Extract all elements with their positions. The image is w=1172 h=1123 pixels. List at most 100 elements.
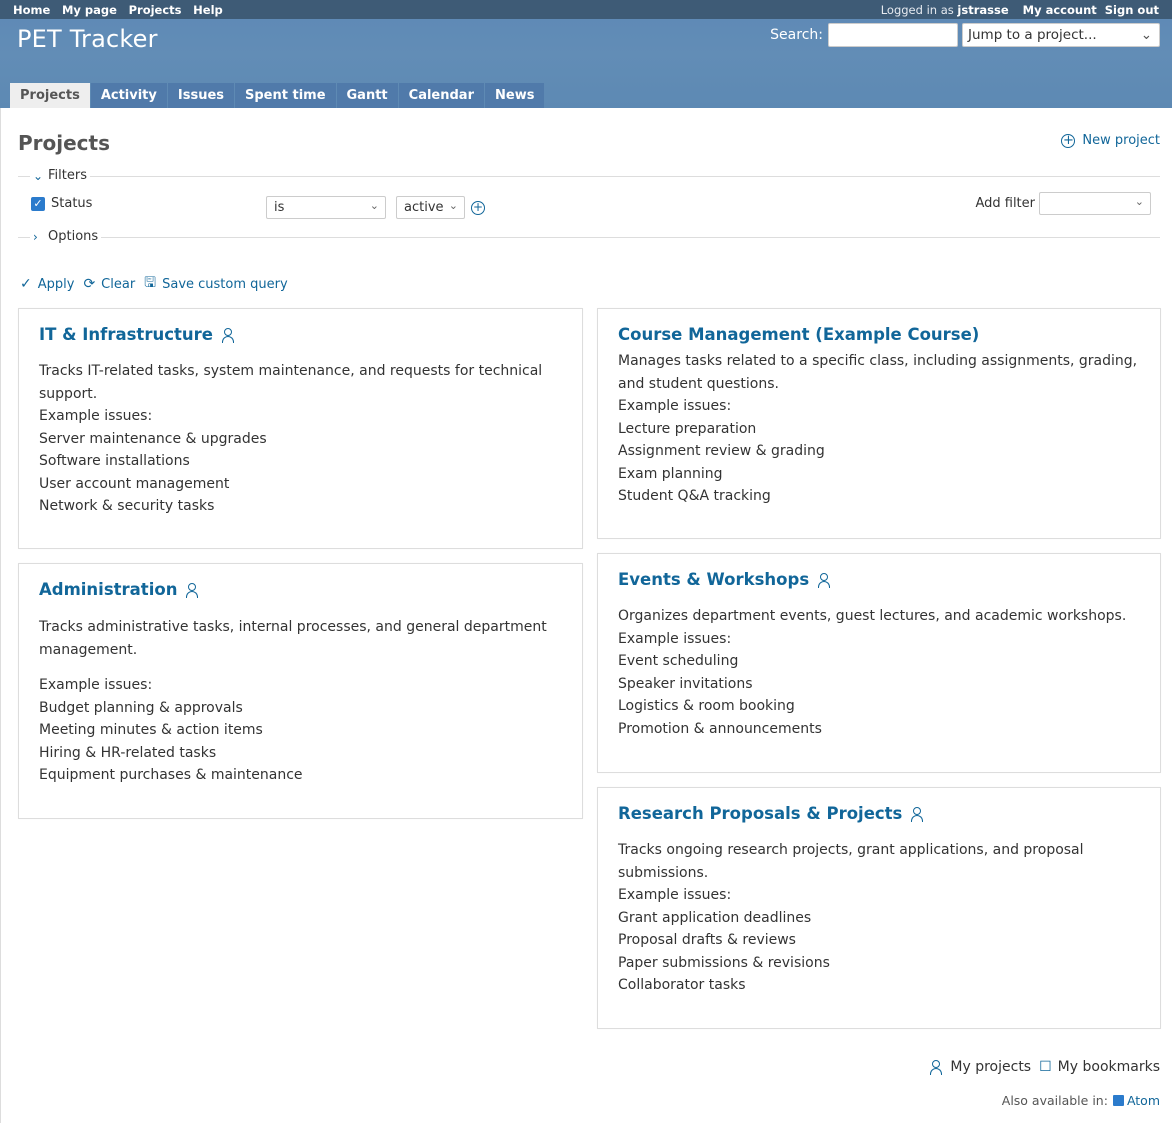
- project-description-line: Meeting minutes & action items: [39, 722, 263, 738]
- page-title: Projects: [18, 131, 111, 155]
- project-link[interactable]: Administration: [39, 580, 177, 599]
- jump-placeholder: Jump to a project...: [968, 27, 1097, 43]
- project-title: Administration: [39, 580, 562, 599]
- tab-news[interactable]: News: [485, 83, 545, 108]
- chevron-down-icon: ⌄: [1140, 27, 1152, 43]
- also-available-label: Also available in:: [1001, 1093, 1108, 1108]
- project-box: IT & Infrastructure Tracks IT-related ta…: [18, 308, 583, 549]
- project-description-text: Tracks IT-related tasks, system maintena…: [39, 363, 543, 402]
- tab-projects[interactable]: Projects: [10, 83, 90, 108]
- status-value-select[interactable]: active ⌄: [396, 196, 465, 219]
- top-menu-right: Logged in as jstrasse My account Sign ou…: [881, 3, 1159, 17]
- clear-button[interactable]: ⟳ Clear: [83, 276, 135, 292]
- project-description: Tracks IT-related tasks, system maintena…: [39, 360, 562, 518]
- chevron-right-icon: ›: [33, 229, 38, 244]
- username[interactable]: jstrasse: [957, 3, 1008, 17]
- project-description-line: Student Q&A tracking: [618, 488, 771, 504]
- project-box: Administration Tracks administrative tas…: [18, 563, 583, 819]
- project-description-text: Tracks ongoing research projects, grant …: [618, 842, 1084, 881]
- top-link-my-page[interactable]: My page: [62, 3, 117, 17]
- apply-label: Apply: [37, 276, 75, 292]
- add-circle-icon: +: [1061, 132, 1076, 148]
- my-account-link[interactable]: My account: [1023, 3, 1097, 17]
- status-value: active: [404, 200, 444, 215]
- top-link-help[interactable]: Help: [193, 3, 223, 17]
- logged-in-prefix: Logged in as: [880, 2, 954, 17]
- my-bookmarks-link[interactable]: My bookmarks: [1058, 1059, 1160, 1075]
- add-filter: Add filter ⌄: [975, 192, 1151, 215]
- project-title: IT & Infrastructure: [39, 325, 562, 344]
- project-description-line: Assignment review & grading: [618, 443, 825, 459]
- other-formats: Also available in: Atom: [1002, 1093, 1160, 1108]
- project-box: Events & Workshops Organizes department …: [597, 553, 1161, 773]
- project-title: Research Proposals & Projects: [618, 804, 1140, 823]
- project-description-text: Organizes department events, guest lectu…: [618, 608, 1127, 624]
- status-checkbox[interactable]: ✓: [31, 196, 45, 211]
- search-input[interactable]: [828, 23, 958, 47]
- project-description-line: Software installations: [39, 453, 190, 469]
- reload-icon: ⟳: [83, 276, 96, 292]
- project-description-line: Equipment purchases & maintenance: [39, 767, 303, 783]
- chevron-down-icon: ⌄: [33, 168, 44, 183]
- project-link[interactable]: Research Proposals & Projects: [618, 804, 902, 823]
- new-project-label: New project: [1082, 133, 1160, 148]
- add-filter-label: Add filter: [975, 196, 1035, 211]
- query-buttons: ✓ Apply ⟳ Clear 🖫 Save custom query: [20, 272, 297, 296]
- project-description-line: Proposal drafts & reviews: [618, 932, 796, 948]
- chevron-down-icon: ⌄: [448, 199, 458, 212]
- status-operator-value: is: [274, 200, 285, 215]
- top-link-home[interactable]: Home: [13, 3, 50, 17]
- chevron-down-icon: ⌄: [1134, 195, 1144, 208]
- tab-activity[interactable]: Activity: [90, 83, 167, 108]
- project-description-line: Example issues:: [618, 398, 732, 414]
- project-description: Manages tasks related to a specific clas…: [618, 350, 1140, 508]
- filters-legend[interactable]: ⌄ Filters: [30, 168, 90, 183]
- tab-gantt[interactable]: Gantt: [336, 83, 398, 108]
- toggle-multiselect-icon[interactable]: +: [471, 201, 485, 215]
- new-project-link[interactable]: + New project: [1061, 133, 1160, 148]
- member-icon: [221, 327, 234, 343]
- project-description-line: Promotion & announcements: [618, 720, 822, 737]
- tab-issues[interactable]: Issues: [167, 83, 234, 108]
- top-menu-left: Home My page Projects Help: [13, 3, 231, 17]
- options-legend[interactable]: › Options: [30, 229, 102, 244]
- project-description-text: Manages tasks related to a specific clas…: [618, 353, 1138, 392]
- project-description-line: Example issues:: [39, 408, 153, 424]
- project-description-text: Tracks administrative tasks, internal pr…: [39, 619, 547, 658]
- search-label: Search:: [770, 27, 823, 43]
- project-description-line: Speaker invitations: [618, 675, 753, 692]
- apply-button[interactable]: ✓ Apply: [20, 276, 74, 292]
- save-query-label: Save custom query: [162, 276, 288, 292]
- content: Projects + New project ⌄ Filters ✓ Statu…: [0, 108, 1172, 1123]
- filters-legend-label: Filters: [48, 168, 87, 183]
- project-description: Tracks administrative tasks, internal pr…: [39, 616, 562, 787]
- project-link[interactable]: Events & Workshops: [618, 570, 809, 589]
- filters-fieldset: ⌄ Filters: [18, 168, 1160, 183]
- status-operator-select[interactable]: is ⌄: [266, 196, 386, 219]
- bookmark-icon: ☐: [1039, 1059, 1052, 1075]
- app-title: PET Tracker: [17, 25, 158, 53]
- project-link[interactable]: IT & Infrastructure: [39, 325, 213, 344]
- add-filter-select[interactable]: ⌄: [1039, 192, 1151, 215]
- my-projects-link[interactable]: My projects: [950, 1059, 1031, 1075]
- atom-link[interactable]: Atom: [1127, 1093, 1160, 1108]
- project-description-line: Collaborator tasks: [618, 977, 746, 993]
- project-description-line: Logistics & room booking: [618, 698, 795, 714]
- project-link[interactable]: Course Management (Example Course): [618, 325, 979, 344]
- project-description-line: Grant application deadlines: [618, 909, 812, 926]
- footer-links: My projects ☐ My bookmarks: [929, 1059, 1160, 1075]
- member-icon: [910, 806, 924, 822]
- project-description-line: Budget planning & approvals: [39, 699, 243, 716]
- top-link-projects[interactable]: Projects: [129, 3, 182, 17]
- project-box: Course Management (Example Course) Manag…: [597, 308, 1161, 539]
- jump-to-project-select[interactable]: Jump to a project... ⌄: [962, 23, 1160, 47]
- tab-spent-time[interactable]: Spent time: [235, 83, 336, 108]
- sign-out-link[interactable]: Sign out: [1105, 3, 1159, 17]
- project-description-line: Example issues:: [618, 887, 732, 903]
- save-query-button[interactable]: 🖫 Save custom query: [144, 272, 288, 296]
- tab-calendar[interactable]: Calendar: [398, 83, 484, 108]
- project-title: Course Management (Example Course): [618, 325, 1140, 344]
- options-legend-label: Options: [48, 229, 99, 244]
- project-description-line: User account management: [39, 475, 230, 492]
- clear-label: Clear: [101, 276, 136, 292]
